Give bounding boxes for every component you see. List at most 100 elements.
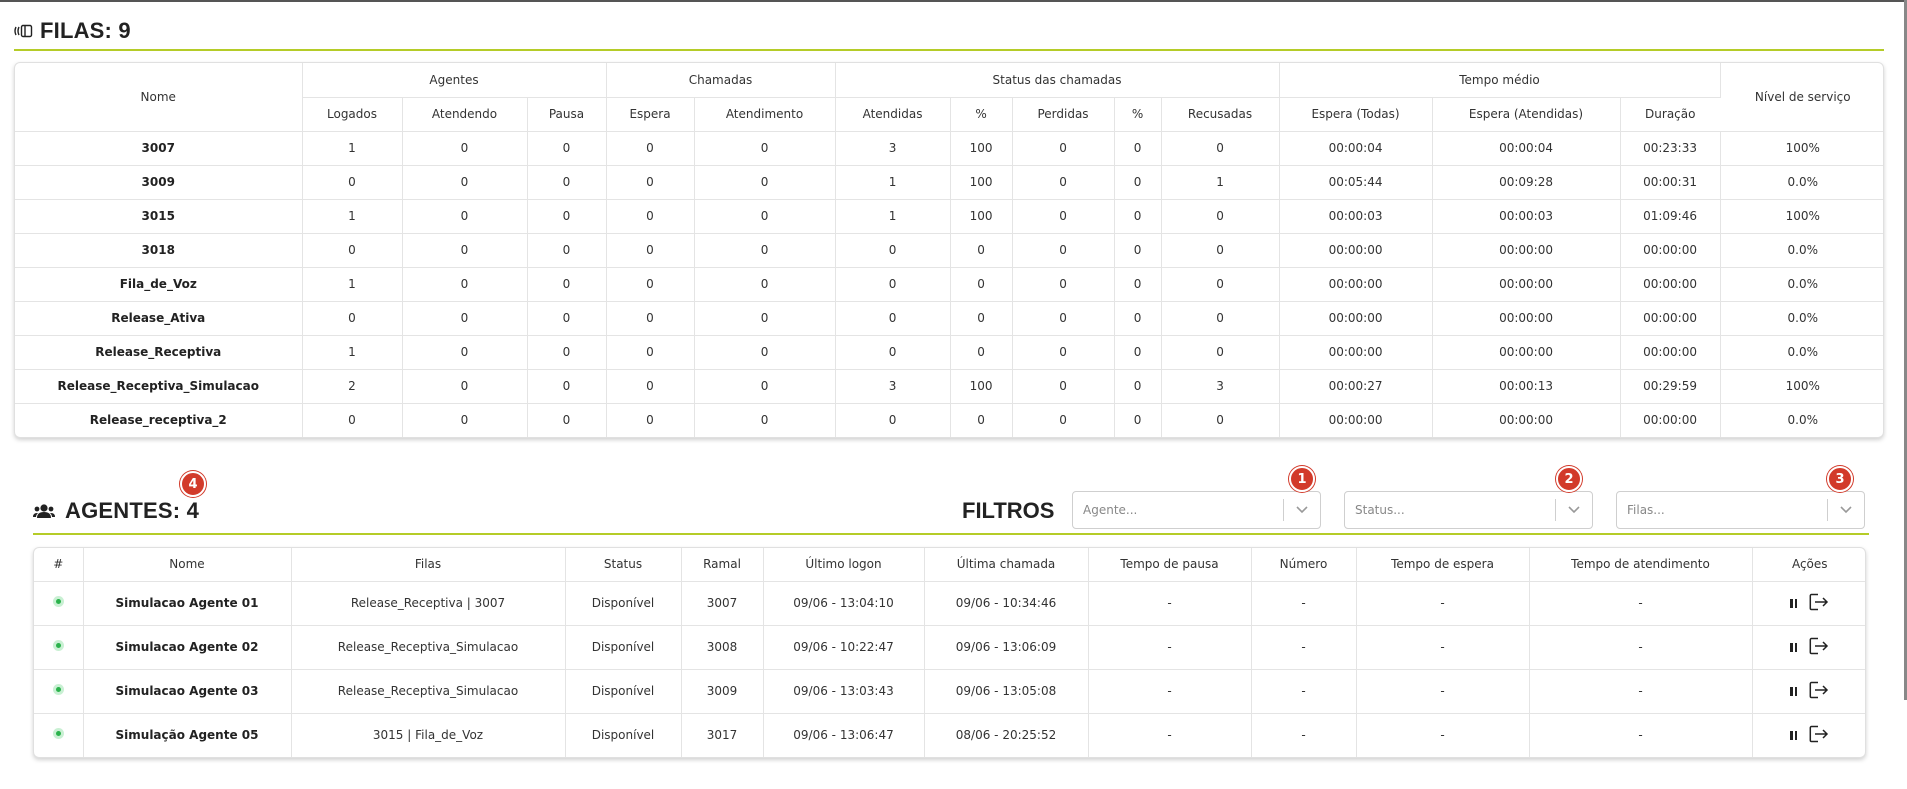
cell: 1 [302,131,403,166]
chevron-down-icon[interactable] [1556,506,1592,514]
group-status-chamadas: Status das chamadas [835,63,1280,98]
col-numero: Número [1251,548,1357,582]
online-dot-icon [52,684,64,695]
logout-icon[interactable] [1809,593,1829,614]
cell: 1 [1161,165,1280,200]
pause-icon[interactable] [1790,730,1798,740]
cell: 100% [1720,199,1883,234]
cell: 00:00:03 [1279,199,1433,234]
cell: 0 [527,165,607,200]
agente-ramal: 3017 [681,713,764,757]
cell: 00:00:04 [1432,131,1621,166]
cell: 0.0% [1720,165,1883,200]
agente-tempo-atendimento: - [1529,713,1753,757]
cell: 0 [835,301,951,336]
filas-filter-select[interactable]: Filas... [1616,491,1865,529]
cell: 01:09:46 [1620,199,1721,234]
status-filter-placeholder: Status... [1355,503,1405,517]
agente-numero: - [1251,713,1357,757]
col-nivel-servico: Nível de serviço [1720,63,1883,132]
cell: 100 [950,131,1013,166]
cell: 0 [835,267,951,302]
cell: 0 [1012,369,1115,404]
cell: 0 [402,131,528,166]
agente-acoes [1752,713,1865,757]
cell: 0 [950,403,1013,437]
cell: 0 [1161,403,1280,437]
cell: 0 [1012,301,1115,336]
agente-filas: Release_Receptiva | 3007 [291,581,566,626]
pause-icon[interactable] [1790,598,1798,608]
agente-nome: Simulacao Agente 03 [83,669,292,714]
cell: 0 [402,165,528,200]
agente-filas: 3015 | Fila_de_Voz [291,713,566,757]
cell: 0 [1161,267,1280,302]
fila-row: Release_receptiva_2 0 0 0 0 0 0 0 0 0 0 … [15,403,1883,437]
col-index: # [34,548,84,582]
col-pausa: Pausa [527,97,607,132]
cell: 00:00:00 [1432,403,1621,437]
cell: 00:00:00 [1620,267,1721,302]
col-ultimo-logon: Último logon [763,548,925,582]
agente-filter-select[interactable]: Agente... [1072,491,1321,529]
pause-icon[interactable] [1790,642,1798,652]
status-filter-select[interactable]: Status... [1344,491,1593,529]
cell: 0 [527,131,607,166]
logout-icon[interactable] [1809,637,1829,658]
filas-title: FILAS: 9 [40,18,131,43]
group-tempo-medio: Tempo médio [1279,63,1721,98]
col-filas: Filas [291,548,566,582]
online-dot-icon [52,640,64,651]
cell: 0.0% [1720,335,1883,370]
col-ramal: Ramal [681,548,764,582]
cell: 0.0% [1787,413,1819,428]
cell: 00:00:00 [1620,301,1721,336]
cell: 0 [1012,335,1115,370]
fila-row: Release_Ativa 0 0 0 0 0 0 0 0 0 0 00:00:… [15,301,1883,336]
agente-row: Simulacao Agente 03 Release_Receptiva_Si… [34,669,1865,714]
cell: 00:00:00 [1620,335,1721,370]
agente-numero: - [1251,581,1357,626]
status-indicator [34,625,84,670]
pause-icon[interactable] [1790,686,1798,696]
cell: 0 [694,199,836,234]
agentes-header: AGENTES: 4 [33,498,199,524]
cell: 00:00:00 [1279,233,1433,268]
cell: 0 [527,267,607,302]
cell: 00:00:00 [1432,267,1621,302]
col-recusadas: Recusadas [1161,97,1280,132]
col-espera-todas: Espera (Todas) [1279,97,1433,132]
cell: 100% [1720,131,1883,166]
agente-status: Disponível [565,625,682,670]
cell: 00:00:13 [1432,369,1621,404]
agente-tempo-pausa: - [1088,669,1252,714]
chevron-down-icon[interactable] [1284,506,1320,514]
filas-header: FILAS: 9 [14,18,131,44]
cell: 00:00:00 [1620,233,1721,268]
cell: 0 [1114,369,1162,404]
logout-icon[interactable] [1809,725,1829,746]
filas-table: Nome Agentes Chamadas Status das chamada… [15,63,1883,437]
cell: 0 [606,233,695,268]
fila-nome: Release_Ativa [15,301,303,336]
chevron-down-icon[interactable] [1828,506,1864,514]
agente-tempo-espera: - [1356,669,1530,714]
group-chamadas: Chamadas [606,63,836,98]
agente-ramal: 3007 [681,581,764,626]
cell: 0 [835,403,951,437]
cell: 00:00:00 [1279,301,1433,336]
fila-row: Release_Receptiva 1 0 0 0 0 0 0 0 0 0 00… [15,335,1883,370]
cell: 0 [527,301,607,336]
cell: 00:05:44 [1279,165,1433,200]
cell: 0 [402,267,528,302]
cell: 00:00:31 [1620,165,1721,200]
users-icon [33,503,65,519]
agentes-divider [33,533,1869,535]
logout-icon[interactable] [1809,681,1829,702]
annotation-badge-4: 4 [180,471,206,497]
col-perdidas: Perdidas [1012,97,1115,132]
fila-nome: Release_Receptiva_Simulacao [15,369,303,404]
agente-acoes [1752,669,1865,714]
agente-ultimo-logon: 09/06 - 10:22:47 [763,625,925,670]
cell: 3 [835,131,951,166]
